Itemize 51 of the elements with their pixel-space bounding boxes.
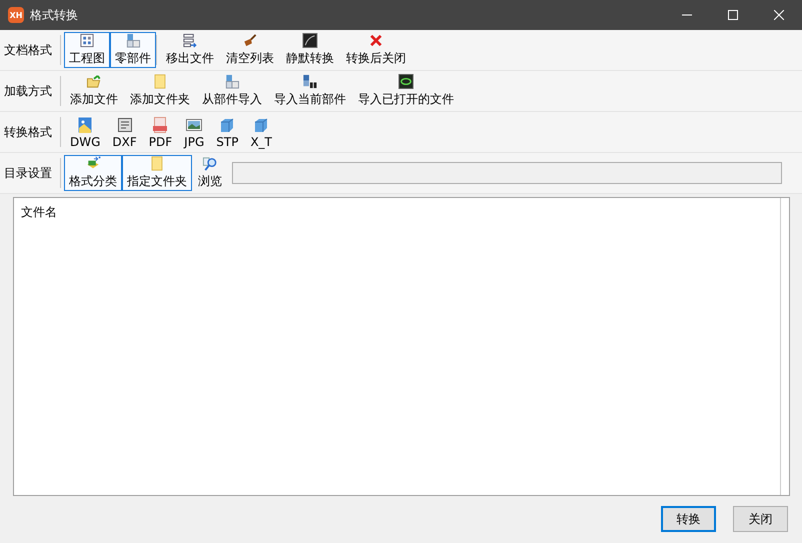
folder-arrow-icon [86,74,102,89]
close-dialog-button[interactable]: 关闭 [733,506,788,532]
dark-square-icon [398,74,414,89]
toolbar-button[interactable]: STP [210,114,244,150]
toolbar-button[interactable]: 添加文件 [64,73,124,109]
toolbar-button[interactable]: 移出文件 [160,32,220,68]
cube-icon [253,117,270,133]
toggle-button[interactable]: 工程图 [64,32,110,68]
stack-arrow-icon [85,156,101,171]
row-label: 文档格式 [3,42,53,58]
close-icon [368,33,384,48]
toolbar-button[interactable]: JPG [178,114,210,150]
file-icon [116,117,133,133]
toolbar-button[interactable]: 导入已打开的文件 [352,73,460,109]
app-logo: XH [8,7,24,23]
search-icon [202,156,218,171]
toggle-button[interactable]: 格式分类 [64,155,122,191]
brush-icon [242,33,258,48]
toolbar-button[interactable]: X_T [244,114,278,150]
row-label: 加载方式 [3,82,53,100]
toggle-button[interactable]: 指定文件夹 [122,155,192,191]
picture-icon [186,117,202,133]
toolbar-button[interactable]: 浏览 [192,155,228,191]
toolbar-button[interactable]: 静默转换 [280,32,340,68]
path-field[interactable] [232,162,782,184]
close-icon [774,10,784,20]
toolbar-button[interactable]: DXF [106,114,143,150]
toolbar-button[interactable]: 添加文件夹 [124,73,196,109]
image-file-icon [77,117,94,133]
toolbar-button[interactable]: 从部件导入 [196,73,268,109]
column-header[interactable]: 文件名 [14,198,57,495]
toggle-button[interactable]: 零部件 [110,32,156,68]
toolbar-button[interactable]: DWG [64,114,106,150]
row-label: 转换格式 [3,124,53,140]
toolbar-button[interactable]: PDF [142,114,178,150]
toolbar-button[interactable]: 转换后关闭 [340,32,412,68]
blocks-icon [224,74,240,89]
dark-square-icon [302,33,318,48]
toolbar-button[interactable]: 导入当前部件 [268,73,352,109]
window-title: 格式转换 [30,6,79,24]
maximize-icon [728,10,738,20]
cube-icon [219,117,236,133]
row-label: 目录设置 [3,164,53,182]
blocks-icon [125,33,141,48]
convert-button[interactable]: 转换 [661,506,716,532]
pdf-file-icon [152,117,168,133]
folder-icon [150,156,164,171]
list-arrow-icon [182,33,198,48]
diagram-icon [79,33,95,48]
toolbar-button[interactable]: 清空列表 [220,32,280,68]
folder-icon [153,74,167,89]
